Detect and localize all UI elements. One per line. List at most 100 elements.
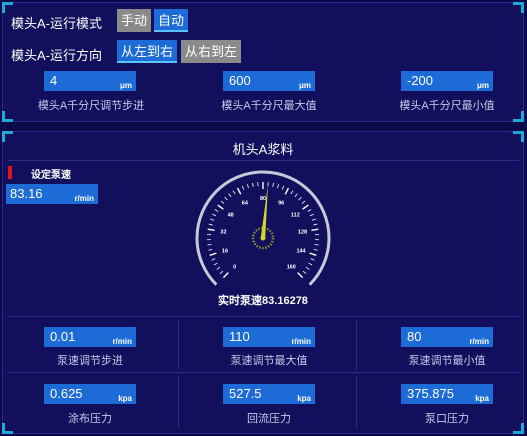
gauge-tick	[214, 209, 219, 212]
gauge-tick-label: 0	[233, 264, 236, 270]
gauge-tick	[236, 187, 242, 195]
pump-min-caption: 泵速调节最小值	[408, 355, 486, 367]
gauge-tick	[298, 196, 302, 201]
gauge-tick	[220, 200, 225, 204]
gauge-tick-label: 32	[220, 230, 226, 236]
gauge-tick	[222, 272, 229, 279]
field-unit: μm	[298, 81, 311, 90]
divider	[178, 376, 179, 428]
field-value: 0.625	[50, 386, 83, 401]
gauge-tick	[224, 196, 228, 201]
gauge-tick	[301, 200, 306, 204]
return-pressure-field[interactable]: 527.5 kpa	[223, 384, 315, 404]
pump-outlet-pressure-caption: 泵口压力	[425, 413, 469, 425]
direction-label: 模头A-运行方向	[11, 48, 103, 63]
field-unit: r/min	[469, 337, 489, 346]
gauge-tick	[277, 184, 280, 189]
divider	[7, 372, 519, 373]
field-unit: r/min	[291, 337, 311, 346]
gauge-tick-label: 16	[222, 248, 228, 254]
gauge-tick	[207, 244, 212, 246]
gauge-tick	[228, 193, 232, 198]
gauge-tick	[290, 190, 294, 195]
field-unit: r/min	[112, 337, 132, 346]
corner-decoration	[2, 111, 13, 122]
gauge-tick	[309, 213, 314, 217]
gauge-tick	[246, 184, 249, 189]
corner-decoration	[2, 2, 13, 13]
pump-step-field[interactable]: 0.01 r/min	[44, 327, 136, 347]
gauge-tick	[281, 185, 284, 190]
micrometer-min-caption: 模头A千分尺最小值	[399, 100, 495, 112]
coating-pressure-field[interactable]: 0.625 kpa	[44, 384, 136, 404]
gauge-tick	[210, 218, 215, 221]
pump-max-field[interactable]: 110 r/min	[223, 327, 315, 347]
field-unit: μm	[476, 81, 489, 90]
direction-rtl-button[interactable]: 从右到左	[181, 40, 242, 63]
micrometer-max-field[interactable]: 600 μm	[223, 71, 315, 91]
field-unit: kpa	[475, 394, 489, 403]
realtime-speed-label: 实时泵速83.16278	[218, 295, 308, 307]
mode-auto-button[interactable]: 自动	[154, 9, 189, 32]
mode-manual-button[interactable]: 手动	[117, 9, 152, 32]
gauge-tick-label: 160	[287, 264, 296, 270]
gauge-tick	[208, 223, 213, 226]
gauge-tick	[209, 252, 217, 256]
field-value: 4	[50, 73, 58, 88]
gauge-tick	[314, 244, 319, 246]
corner-decoration	[513, 2, 524, 13]
divider	[7, 160, 519, 161]
corner-decoration	[2, 423, 13, 434]
gauge-tick	[308, 262, 313, 266]
set-speed-field[interactable]: 83.16 r/min	[6, 184, 98, 204]
gauge-tick-label: 128	[298, 230, 307, 236]
direction-ltr-button[interactable]: 从左到右	[117, 40, 178, 63]
gauge-tick	[232, 190, 236, 195]
gauge-tick-label: 64	[242, 200, 249, 206]
pump-step-caption: 泵速调节步进	[57, 355, 123, 367]
gauge-tick	[305, 266, 310, 270]
field-value: 0.01	[50, 329, 76, 344]
mode-label: 模头A-运行模式	[11, 16, 103, 31]
pump-speed-gauge: 0 16 32 48 64 80 96 112 128 144 160	[195, 170, 331, 286]
gauge-tick	[313, 223, 318, 226]
pump-outlet-pressure-field[interactable]: 375.875 kpa	[401, 384, 493, 404]
gauge-tick	[311, 228, 319, 232]
gauge-tick	[217, 204, 224, 210]
gauge-tick	[242, 185, 245, 190]
micrometer-step-field[interactable]: 4 μm	[44, 71, 136, 91]
gauge-tick	[302, 204, 309, 210]
divider	[178, 320, 179, 370]
gauge-tick	[216, 266, 221, 270]
gauge-hub	[260, 235, 266, 241]
field-value: -200	[407, 73, 434, 88]
field-unit: kpa	[118, 394, 132, 403]
micrometer-max-caption: 模头A千分尺最大值	[221, 100, 317, 112]
top-panel: 模头A-运行模式 手动 自动 模头A-运行方向 从左到右 从右到左 4 μm 模…	[2, 2, 524, 122]
micrometer-step-caption: 模头A千分尺调节步进	[37, 100, 145, 112]
slurry-panel: 机头A浆料 设定泵速 83.16 r/min 0 16 32 48 64 80 96 112 1…	[2, 131, 524, 434]
divider	[356, 320, 357, 370]
gauge-tick	[294, 193, 298, 198]
gauge-tick	[207, 228, 215, 232]
gauge-tick-label: 144	[296, 248, 306, 254]
gauge-tick	[212, 213, 217, 217]
divider	[7, 316, 519, 317]
field-value: 600	[229, 73, 251, 88]
pump-min-field[interactable]: 80 r/min	[401, 327, 493, 347]
divider	[356, 376, 357, 428]
gauge-tick	[272, 182, 274, 187]
field-value: 83.16	[10, 186, 43, 201]
micrometer-min-field[interactable]: -200 μm	[401, 71, 493, 91]
set-speed-label: 设定泵速	[31, 170, 71, 181]
gauge-tick	[252, 182, 254, 187]
gauge-tick	[211, 258, 216, 261]
gauge-tick-label: 80	[260, 196, 266, 202]
field-unit: r/min	[74, 194, 94, 203]
field-value: 110	[229, 329, 250, 344]
panel-title: 机头A浆料	[232, 142, 294, 157]
coating-pressure-caption: 涂布压力	[68, 413, 112, 425]
gauge-tick	[307, 209, 312, 212]
gauge-tick	[219, 270, 224, 275]
gauge-tick-label: 48	[228, 212, 234, 218]
